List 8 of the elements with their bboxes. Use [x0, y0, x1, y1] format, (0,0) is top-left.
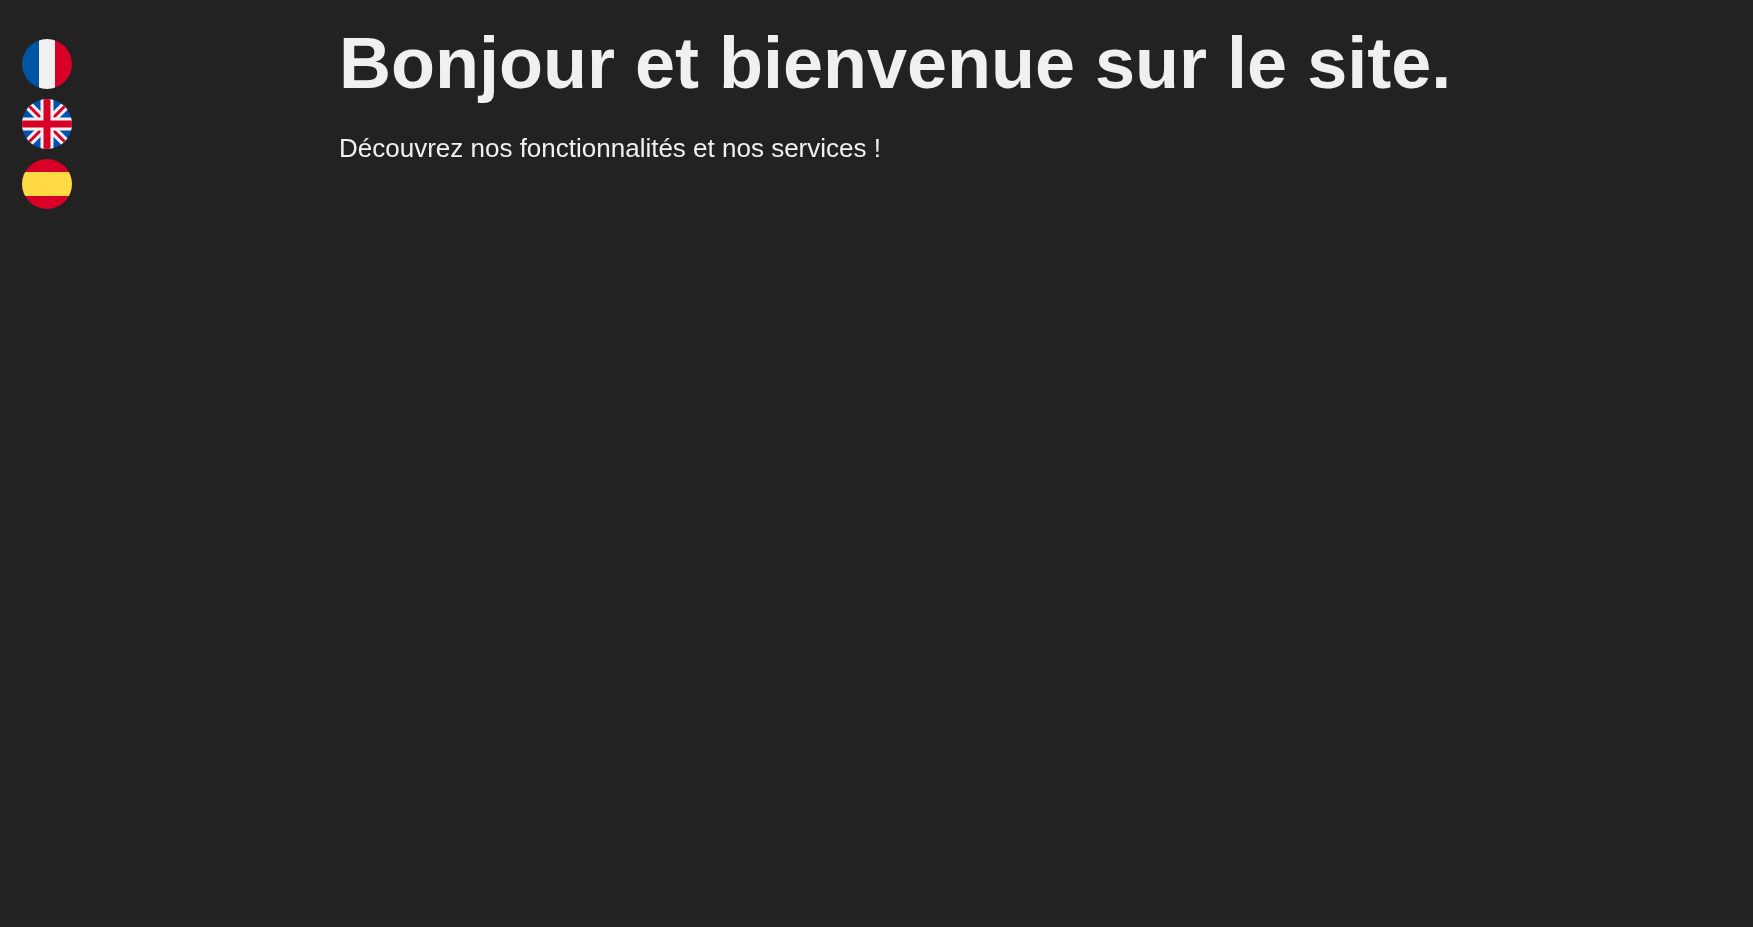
language-button[interactable]	[22, 159, 72, 209]
page-subtitle: Découvrez nos fonctionnalités et nos services !	[339, 131, 882, 165]
british-flag-icon	[22, 99, 72, 149]
page-heading: Bonjour et bienvenue sur le site.	[339, 22, 1452, 105]
french-flag-icon	[22, 39, 72, 89]
spanish-flag-icon	[22, 159, 72, 209]
language-button[interactable]	[22, 39, 72, 89]
language-button[interactable]	[22, 99, 72, 149]
